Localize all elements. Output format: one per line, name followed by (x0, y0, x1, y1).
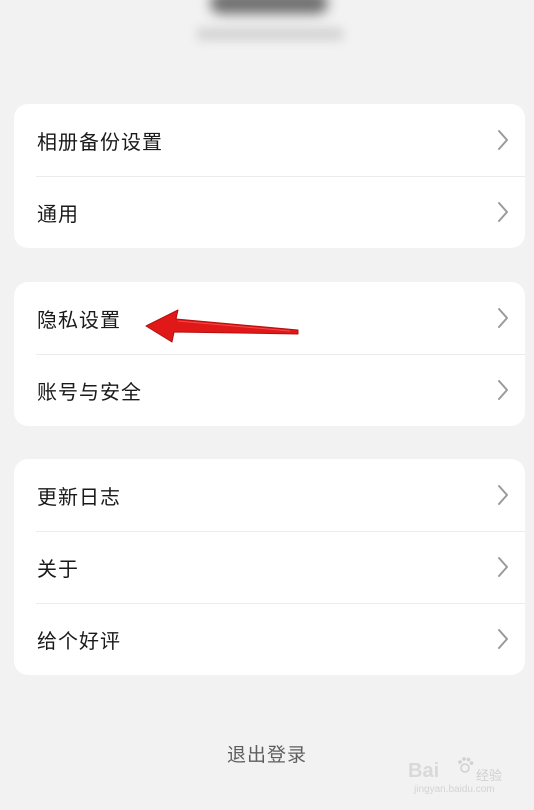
row-label: 更新日志 (37, 484, 121, 509)
row-about[interactable]: 关于 (14, 531, 525, 603)
row-changelog[interactable]: 更新日志 (14, 459, 525, 531)
settings-group-1: 相册备份设置 通用 (14, 104, 525, 248)
watermark-brand: Bai (408, 760, 440, 782)
row-label: 账号与安全 (37, 379, 142, 404)
blurred-profile-subtitle (196, 27, 344, 41)
row-label: 隐私设置 (37, 307, 121, 332)
chevron-right-icon (498, 308, 508, 328)
row-account-security[interactable]: 账号与安全 (14, 354, 525, 426)
chevron-right-icon (498, 130, 508, 150)
row-rate-us[interactable]: 给个好评 (14, 603, 525, 675)
watermark: Bai 经验 jingyan.baidu.com (408, 757, 506, 796)
watermark-url: jingyan.baidu.com (414, 784, 495, 795)
settings-group-3: 更新日志 关于 给个好评 (14, 459, 525, 675)
row-label: 给个好评 (37, 628, 121, 653)
chevron-right-icon (498, 380, 508, 400)
watermark-brand-cn: 经验 (476, 768, 503, 783)
row-album-backup-settings[interactable]: 相册备份设置 (14, 104, 525, 176)
row-general[interactable]: 通用 (14, 176, 525, 248)
chevron-right-icon (498, 629, 508, 649)
chevron-right-icon (498, 485, 508, 505)
blurred-profile-name (210, 0, 328, 14)
chevron-right-icon (498, 202, 508, 222)
row-label: 通用 (37, 201, 79, 226)
chevron-right-icon (498, 557, 508, 577)
row-label: 相册备份设置 (37, 129, 163, 154)
paw-logo-icon (458, 757, 474, 773)
settings-group-2: 隐私设置 账号与安全 (14, 282, 525, 426)
row-privacy-settings[interactable]: 隐私设置 (14, 282, 525, 354)
row-label: 关于 (37, 556, 79, 581)
